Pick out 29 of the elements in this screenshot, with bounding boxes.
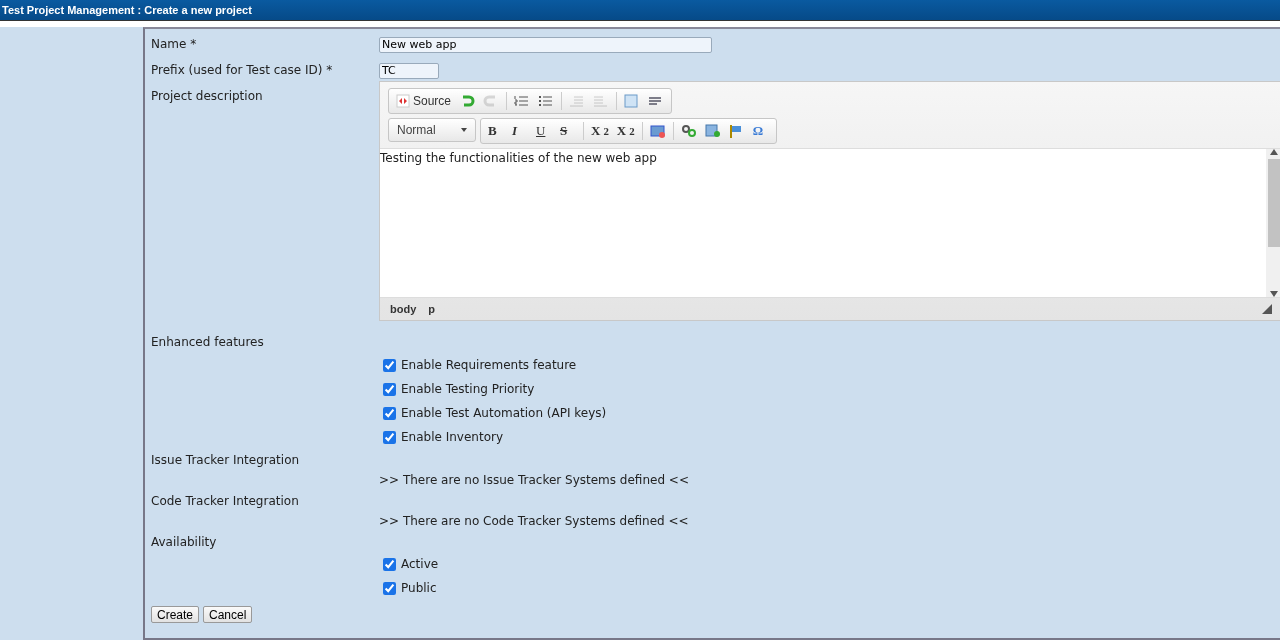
toolbar-button[interactable]: I [509,121,531,141]
checkbox-label: Enable Inventory [401,430,503,444]
field-label: Name * [151,37,198,53]
element-path-item[interactable]: p [428,303,435,315]
form-button[interactable]: Cancel [203,606,253,623]
checkbox-label: Active [401,557,439,571]
format-select[interactable]: Normal [388,118,476,142]
window-title: Test Project Management : Create a new project [0,0,1280,21]
source-button[interactable]: Source [393,91,455,111]
field-label: Project description [151,89,264,105]
toolbar-button[interactable]: Ω [749,121,772,141]
toolbar-button[interactable]: U [533,121,555,141]
checkbox-label: Enable Testing Priority [401,382,535,396]
checkbox-label: Public [401,581,437,595]
info-message: >> There are no Issue Tracker Systems defined << [379,473,690,487]
form-button[interactable]: Create [151,606,200,623]
field-label: Prefix (used for Test case ID) * [151,63,334,79]
section-label: Availability [151,535,218,551]
section-label: Code Tracker Integration [151,494,300,510]
toolbar-button[interactable]: B [485,121,507,141]
section-label: Enhanced features [151,335,265,351]
section-label: Issue Tracker Integration [151,453,301,469]
info-message: >> There are no Code Tracker Systems defined << [379,514,690,528]
name-field[interactable]: New web app [379,36,712,53]
toolbar-button[interactable]: S [557,121,579,141]
element-path-item[interactable]: body [390,303,417,315]
checkbox-label: Enable Test Automation (API keys) [401,406,607,420]
checkbox-label: Enable Requirements feature [401,358,577,372]
prefix-field[interactable]: TC [379,62,439,79]
